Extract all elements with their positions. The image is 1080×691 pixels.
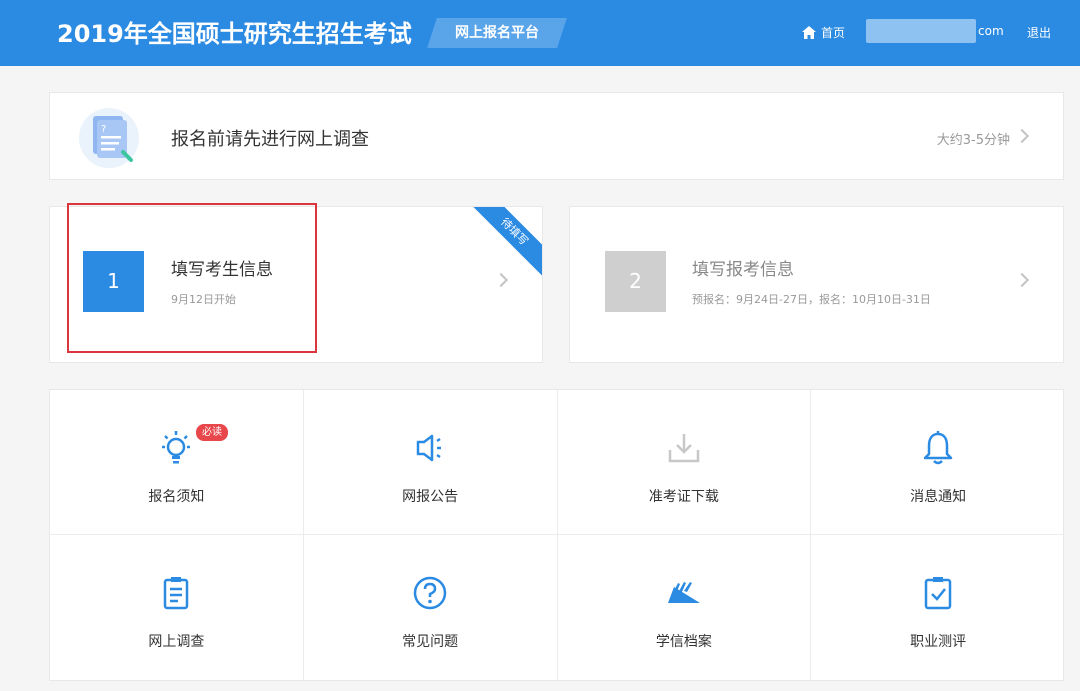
must-read-badge: 必读	[196, 424, 228, 441]
grid-item-notifications[interactable]: 消息通知	[811, 390, 1065, 535]
platform-tag: 网上报名平台	[427, 18, 567, 48]
chevron-right-icon	[1014, 272, 1030, 288]
grid-item-label: 职业测评	[910, 634, 967, 650]
check-clipboard-icon	[924, 577, 952, 610]
bell-icon	[923, 431, 953, 465]
step-number-badge: 2	[605, 251, 666, 312]
survey-text: 报名前请先进行网上调查	[171, 129, 369, 150]
grid-item-label: 网上调查	[148, 634, 205, 650]
speaker-icon	[416, 434, 442, 462]
function-grid: 必读 报名须知 网报公告 准考证下载 消息通知 网上调查 常见问题 学信档案 职…	[49, 389, 1065, 681]
home-link[interactable]: 首页	[802, 22, 845, 42]
highlight-annotation-box	[67, 203, 317, 353]
page-title: 2019年全国硕士研究生招生考试	[57, 20, 412, 48]
grid-item-label: 准考证下载	[648, 489, 719, 505]
grid-item-label: 学信档案	[655, 634, 712, 650]
platform-tag-label: 网上报名平台	[455, 25, 539, 41]
lightbulb-icon	[162, 431, 191, 464]
top-header: 2019年全国硕士研究生招生考试 网上报名平台 首页 com 退出	[0, 0, 1080, 66]
download-icon	[668, 434, 700, 463]
user-account-suffix: com	[978, 24, 1004, 38]
status-ribbon: 待填写	[463, 207, 542, 283]
home-icon	[802, 25, 816, 39]
grid-item-announcement[interactable]: 网报公告	[303, 390, 558, 535]
grid-item-faq[interactable]: 常见问题	[304, 535, 558, 680]
clipboard-icon	[164, 577, 189, 610]
grid-item-label: 消息通知	[910, 489, 967, 505]
step-card-fill-application-info[interactable]: 2 填写报考信息 预报名：9月24日-27日，报名：10月10日-31日	[569, 206, 1064, 363]
step-subtitle: 预报名：9月24日-27日，报名：10月10日-31日	[692, 293, 931, 306]
survey-duration: 大约3-5分钟	[936, 133, 1010, 148]
chevron-right-icon	[1014, 128, 1030, 144]
survey-banner[interactable]: ? 报名前请先进行网上调查 大约3-5分钟	[49, 92, 1064, 180]
archive-icon	[667, 582, 700, 603]
grid-item-career-assessment[interactable]: 职业测评	[811, 535, 1065, 680]
question-icon	[413, 576, 447, 610]
grid-item-label: 常见问题	[402, 634, 459, 650]
logout-link[interactable]: 退出	[1027, 24, 1051, 41]
grid-item-label: 报名须知	[148, 489, 205, 505]
grid-item-label: 网报公告	[402, 489, 459, 505]
survey-document-icon: ?	[79, 108, 139, 168]
grid-item-chsi-archive[interactable]: 学信档案	[558, 535, 812, 680]
grid-item-admission-ticket-download[interactable]: 准考证下载	[557, 390, 812, 535]
home-link-label: 首页	[821, 25, 846, 40]
user-account-masked	[866, 19, 976, 43]
svg-text:?: ?	[101, 124, 106, 135]
chevron-right-icon	[493, 272, 509, 288]
grid-item-application-notice[interactable]: 必读 报名须知	[50, 390, 304, 535]
step-title: 填写报考信息	[692, 260, 794, 280]
grid-item-online-survey[interactable]: 网上调查	[50, 535, 304, 680]
